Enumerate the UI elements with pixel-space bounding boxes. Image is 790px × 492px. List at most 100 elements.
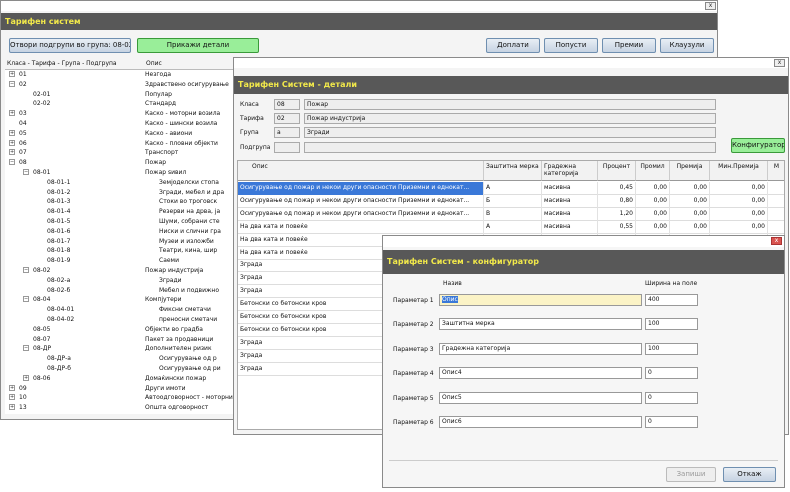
expand-icon[interactable]: + bbox=[9, 139, 15, 146]
tree-row[interactable]: +01 Незгода bbox=[5, 70, 233, 79]
tree-row[interactable]: −08-ДР Дополнителен ризик bbox=[5, 344, 233, 353]
tree-row[interactable]: 08-02-б Мебел и подвижно bbox=[5, 286, 233, 295]
configurator-button[interactable]: Конфигуратор bbox=[731, 138, 785, 153]
grid-row[interactable]: На два ката и повеќе Амасивна 0,55 0,00 0,00… bbox=[238, 220, 784, 234]
collapse-icon[interactable]: − bbox=[23, 345, 29, 352]
param-name-input[interactable]: Опис bbox=[439, 294, 642, 306]
cancel-button[interactable]: Откаж bbox=[723, 467, 776, 482]
tree-row[interactable]: −08-01 Пожар ѕивил bbox=[5, 168, 233, 177]
clauses-button[interactable]: Клаузули bbox=[660, 38, 714, 53]
tree-code: 08-01-5 bbox=[47, 218, 71, 225]
grid-row[interactable]: Осигурување од пожар и некои други опасн… bbox=[238, 182, 784, 195]
grid-row[interactable]: Осигурување од пожар и некои други опасн… bbox=[238, 207, 784, 221]
tree-row[interactable]: 08-05 Објекти во градба bbox=[5, 325, 233, 334]
tree-desc: Пожар ѕивил bbox=[145, 169, 187, 176]
param-name-input[interactable]: Градежна категорија bbox=[439, 342, 642, 355]
expand-icon[interactable]: + bbox=[9, 71, 15, 77]
tree-row[interactable]: 08-04-02 преносни сметачи bbox=[5, 315, 233, 324]
tree-row[interactable]: +09 Други имоти bbox=[5, 384, 233, 393]
expand-icon[interactable]: + bbox=[9, 394, 15, 401]
collapse-icon[interactable]: − bbox=[23, 169, 29, 175]
tree-row[interactable]: −08 Пожар bbox=[5, 158, 233, 167]
class-code-field[interactable]: 08 bbox=[274, 99, 300, 110]
tree-row[interactable]: +10 Автоодговорност - моторни bbox=[5, 393, 233, 402]
tree-row[interactable]: 02-02 Стандард bbox=[5, 99, 233, 108]
tree-row[interactable]: −08-04 Компјутери bbox=[5, 295, 233, 304]
expand-icon[interactable]: + bbox=[9, 149, 15, 156]
tree-row[interactable]: 08-01-3 Стоки во троговск bbox=[5, 197, 233, 206]
tariff-name-field[interactable]: Пожар индустрија bbox=[304, 113, 716, 124]
tree-row[interactable]: 08-01-8 Театри, кина, шир bbox=[5, 246, 233, 255]
subgroup-name-field[interactable] bbox=[304, 142, 716, 153]
tariff-code-field[interactable]: 02 bbox=[274, 113, 300, 124]
tree-row[interactable]: 08-01-9 Саеми bbox=[5, 256, 233, 265]
tree-desc: Каско - шински возила bbox=[145, 120, 218, 127]
tree-row[interactable]: +13 Општа одговорност bbox=[5, 403, 233, 412]
tree-row[interactable]: 08-ДР-б Осигурување од ри bbox=[5, 364, 233, 373]
tree-row[interactable]: 08-01-2 Згради, мебел и дра bbox=[5, 188, 233, 197]
param-width-input[interactable]: 100 bbox=[645, 342, 698, 355]
class-name-field[interactable]: Пожар bbox=[304, 99, 716, 110]
tree-row[interactable]: 08-01-1 Земјоделски стопа bbox=[5, 178, 233, 187]
open-subgroups-button[interactable]: Отвори подгрупи во група: 08-02-а bbox=[9, 38, 131, 53]
grid-header[interactable]: Заштитна мерка bbox=[484, 161, 542, 181]
main-close-icon[interactable]: x bbox=[705, 2, 716, 10]
tree-row[interactable]: 02-01 Популар bbox=[5, 90, 233, 99]
group-name-field[interactable]: Згради bbox=[304, 127, 716, 138]
grid-header[interactable]: Промил bbox=[636, 161, 670, 181]
tree-row[interactable]: −02 Здравствено осигурување bbox=[5, 80, 233, 89]
param-width-input[interactable]: 0 bbox=[645, 391, 698, 404]
tree-row[interactable]: +08-06 Домаќински пожар bbox=[5, 374, 233, 383]
grid-header[interactable]: Премија bbox=[670, 161, 710, 181]
tree-row[interactable]: 08-01-5 Шуми, собрани сте bbox=[5, 217, 233, 226]
param-name-input[interactable]: Опис5 bbox=[439, 391, 642, 404]
tree-desc: Транспорт bbox=[145, 149, 179, 157]
discounts-button[interactable]: Попусти bbox=[544, 38, 598, 53]
details-close-icon[interactable]: x bbox=[774, 59, 785, 67]
param-name-input[interactable]: Опис4 bbox=[439, 367, 642, 380]
tariff-tree[interactable]: +01 Незгода −02 Здравствено осигурување 02-0… bbox=[5, 69, 233, 414]
grid-header[interactable]: Процент bbox=[598, 161, 636, 181]
tree-row[interactable]: 04 Каско - шински возила bbox=[5, 119, 233, 128]
grid-header[interactable]: Мин.Премија bbox=[710, 161, 768, 181]
param-width-input[interactable]: 100 bbox=[645, 318, 698, 331]
tree-row[interactable]: +07 Транспорт bbox=[5, 148, 233, 157]
tree-row[interactable]: 08-04-01 Фиксни сметачи bbox=[5, 305, 233, 314]
collapse-icon[interactable]: − bbox=[9, 159, 15, 166]
collapse-icon[interactable]: − bbox=[23, 296, 29, 303]
grid-header[interactable]: Опис bbox=[238, 161, 484, 181]
show-details-button[interactable]: Прикажи детали bbox=[137, 38, 259, 53]
param-width-input[interactable]: 400 bbox=[645, 294, 698, 306]
tree-row[interactable]: 08-01-6 Ниски и слични гра bbox=[5, 227, 233, 236]
subgroup-code-field[interactable] bbox=[274, 142, 300, 153]
param-width-input[interactable]: 0 bbox=[645, 367, 698, 380]
param-name-input[interactable]: Заштитна мерка bbox=[439, 318, 642, 331]
expand-icon[interactable]: + bbox=[9, 404, 15, 411]
tree-row[interactable]: −08-02 Пожар индустрија bbox=[5, 266, 233, 275]
tree-row[interactable]: 08-01-7 Музеи и изложби bbox=[5, 237, 233, 246]
tree-desc: Стоки во троговск bbox=[159, 198, 218, 206]
expand-icon[interactable]: + bbox=[9, 384, 15, 391]
expand-icon[interactable]: + bbox=[9, 129, 15, 136]
save-button[interactable]: Запиши bbox=[666, 467, 716, 482]
config-close-icon[interactable]: x bbox=[771, 237, 782, 245]
tree-row[interactable]: +05 Каско - авиони bbox=[5, 129, 233, 138]
grid-header[interactable]: М bbox=[768, 161, 784, 181]
expand-icon[interactable]: + bbox=[9, 110, 15, 117]
tree-row[interactable]: 08-07 Пакет за продавници bbox=[5, 335, 233, 344]
tree-row[interactable]: 08-ДР-а Осигурување од р bbox=[5, 354, 233, 363]
collapse-icon[interactable]: − bbox=[9, 80, 15, 87]
extras-button[interactable]: Доплати bbox=[486, 38, 540, 53]
tree-row[interactable]: 08-01-4 Резерви на дрва, ја bbox=[5, 207, 233, 216]
grid-row[interactable]: Осигурување од пожар и некои други опасн… bbox=[238, 194, 784, 208]
expand-icon[interactable]: + bbox=[23, 374, 29, 381]
tree-row[interactable]: 08-02-а Згради bbox=[5, 276, 233, 285]
param-width-input[interactable]: 0 bbox=[645, 416, 698, 428]
premiums-button[interactable]: Премии bbox=[602, 38, 656, 53]
param-name-input[interactable]: Опис6 bbox=[439, 416, 642, 428]
group-code-field[interactable]: а bbox=[274, 127, 300, 138]
grid-header[interactable]: Градежна категорија bbox=[542, 161, 598, 181]
collapse-icon[interactable]: − bbox=[23, 267, 29, 273]
tree-row[interactable]: +06 Каско - пловни објекти bbox=[5, 139, 233, 148]
tree-row[interactable]: +03 Каско - моторни возила bbox=[5, 109, 233, 118]
